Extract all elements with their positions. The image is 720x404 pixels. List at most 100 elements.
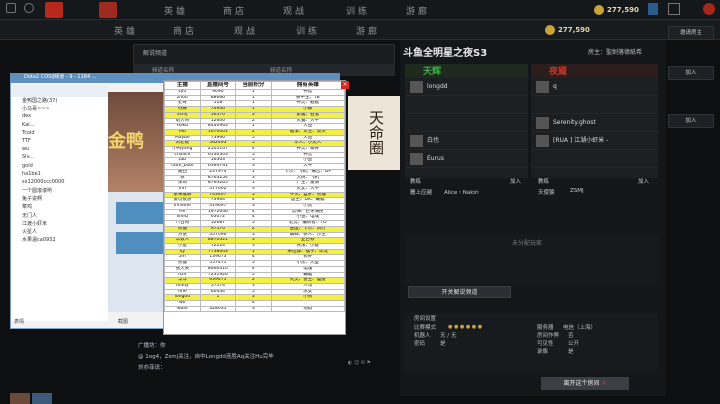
chat-line-2: @ 1og4，Zsmj关注，自中Longdd连胜Aq关注Hu完毕 <box>138 354 274 360</box>
avatar <box>536 153 549 165</box>
qq-member-item[interactable]: 江渡小虾米 <box>12 220 108 228</box>
avatar[interactable] <box>10 393 30 404</box>
panel-icon[interactable] <box>668 3 680 15</box>
toggle-commentary-button[interactable]: 开关解说频道 <box>408 286 511 298</box>
nav2-watch[interactable]: 观战 <box>234 24 258 37</box>
nav2-store[interactable]: 商店 <box>173 24 197 37</box>
dota-logo-icon-2[interactable] <box>99 2 117 18</box>
avatar-2[interactable] <box>32 393 52 404</box>
col-header-heroes: 拥有英雄 <box>270 81 346 90</box>
settings-visibility-value: 公开 <box>568 341 580 347</box>
settings-icon[interactable] <box>24 3 34 13</box>
avatar <box>410 81 423 93</box>
nav-heroes[interactable]: 英雄 <box>164 4 188 17</box>
player-name: Eurus <box>427 155 444 162</box>
qq-member-item[interactable]: ha1be1 <box>12 171 108 179</box>
power-icon[interactable] <box>703 3 715 15</box>
player-name: longdd <box>427 83 448 90</box>
nav-store[interactable]: 商店 <box>223 4 247 17</box>
room-title: 斗鱼全明星之夜S3 <box>403 48 488 59</box>
qq-member-item[interactable]: Kai... <box>12 122 108 130</box>
nav-arcade[interactable]: 游廊 <box>406 4 430 17</box>
qq-member-item[interactable]: 小马哥~~~ <box>12 105 108 113</box>
radiant-header: 天辉 <box>405 64 528 78</box>
table-cell: waid <box>164 305 201 313</box>
radiant-coach-1: 麓上应越 <box>410 190 433 196</box>
qq-member-item[interactable]: dex <box>12 113 108 121</box>
player-name: [RUA ] 江湖小虾米 - <box>553 137 609 144</box>
radiant-player-slot[interactable] <box>405 114 528 132</box>
settings-cheats-label: 房间作弊 <box>537 333 560 339</box>
radiant-coach-join[interactable]: 加入 <box>510 177 521 185</box>
leave-room-button[interactable]: 离开这个房间 ✕ <box>541 377 629 390</box>
radiant-player-slot[interactable] <box>405 96 528 114</box>
nav-watch[interactable]: 观战 <box>283 4 307 17</box>
avatar <box>410 135 423 147</box>
avatar <box>536 117 549 129</box>
gold-icon <box>594 5 604 15</box>
radiant-player-slot[interactable]: 白也 <box>405 132 528 150</box>
table-row: 小鸭yang 2505147 4 神灵、钢背 <box>164 146 346 153</box>
dire-player-slot[interactable]: q <box>531 78 658 96</box>
radiant-player-slot[interactable]: Eurus <box>405 150 528 168</box>
settings-server-label: 服务器 <box>537 325 554 331</box>
avatar <box>410 117 423 129</box>
dire-player-slot[interactable]: Serenity.ghost <box>531 114 658 132</box>
radiant-slots: longdd 白也 Eurus <box>405 78 528 168</box>
table-cell: 3 <box>235 305 272 313</box>
avatar <box>536 99 549 111</box>
qq-member-item[interactable]: 兔子说啊 <box>12 195 108 203</box>
qq-member-item[interactable]: 水果温ca0932 <box>12 236 108 244</box>
col-header-room: 直播间号 <box>199 81 237 90</box>
chat-line-1: 广播坊：你 <box>138 343 166 349</box>
qq-member-item[interactable]: 金鸭国之路(37) <box>12 97 108 105</box>
dire-coach-label: 教练 <box>538 179 550 185</box>
radiant-player-slot[interactable]: longdd <box>405 78 528 96</box>
gold-value: 277,590 <box>607 6 639 14</box>
menu-icon[interactable] <box>6 3 16 13</box>
nav2-learn[interactable]: 训练 <box>296 24 320 37</box>
qq-btn-emoji[interactable]: 表情 <box>14 319 24 325</box>
qq-member-item[interactable]: 一个圆滚滚哟 <box>12 187 108 195</box>
qq-btn-screenshot[interactable]: 截图 <box>118 318 128 325</box>
dire-player-slot[interactable] <box>531 150 658 168</box>
qq-member-rows: 金鸭国之路(37) 小马哥~~~ dex Kai... Tcold TTF wu Slv...… <box>12 97 108 244</box>
dire-player-slot[interactable] <box>531 96 658 114</box>
qq-member-item[interactable]: Tcold <box>12 130 108 138</box>
qq-member-item[interactable]: 无门人 <box>12 212 108 220</box>
mail-icon[interactable] <box>648 3 658 15</box>
commentary-channel-title: 解说频道 <box>143 50 168 57</box>
invite-owner-button[interactable]: 邀请房主 <box>668 26 714 40</box>
dire-slots: q Serenity.ghost [RUA ] 江湖小虾米 - <box>531 78 658 168</box>
qq-member-item[interactable]: wu <box>12 146 108 154</box>
tianming-poster: 天命圈 <box>348 96 404 170</box>
dire-player-slot[interactable]: [RUA ] 江湖小虾米 - <box>531 132 658 150</box>
settings-visibility-label: 可见性 <box>537 341 554 347</box>
streamer-table: 主播 直播间号 当前积分 拥有英雄 zy0 9090 1 神官 zhou 88666 1 铁甲… <box>164 81 346 313</box>
tianming-text: 天命圈 <box>367 109 385 155</box>
qq-member-item[interactable]: Slv... <box>12 154 108 162</box>
mode-icons: ● ● ● ● ● ● <box>448 324 483 330</box>
qq-member-item[interactable]: TTF <box>12 138 108 146</box>
side-join-button-2[interactable]: 加入 <box>668 114 714 128</box>
qq-member-item[interactable]: 火星人 <box>12 228 108 236</box>
qq-toolbar: 表情 <box>14 318 108 328</box>
nav2-arcade[interactable]: 游廊 <box>356 24 380 37</box>
dota-logo-icon[interactable] <box>45 2 63 18</box>
dire-coach-join[interactable]: 加入 <box>638 177 649 185</box>
qq-member-list: 金鸭国之路(37) 小马哥~~~ dex Kai... Tcold TTF wu Slv...… <box>12 85 108 321</box>
qq-member-item[interactable]: 菜鸡 <box>12 203 108 211</box>
settings-password-label: 密码 <box>414 341 426 347</box>
side-join-button[interactable]: 加入 <box>668 66 714 80</box>
close-icon[interactable]: × <box>341 81 349 89</box>
nav2-heroes[interactable]: 英雄 <box>114 24 138 37</box>
settings-bots-label: 机器人 <box>414 333 431 339</box>
qq-member-item[interactable]: gold <box>12 163 108 171</box>
chat-send-icons[interactable]: ◐ ☺ ✉ ⚑ <box>348 360 398 370</box>
dire-team: 夜魇 q Serenity.ghost [RUA ] 江湖小虾米 - <box>531 64 658 178</box>
chat-line-3: 刘亦菲说： <box>138 365 166 371</box>
table-cell: 328031 <box>199 305 237 313</box>
qq-member-item[interactable]: sx12000ccc0000 <box>12 179 108 187</box>
nav-learn[interactable]: 训练 <box>346 4 370 17</box>
banner-text: 金鸭 <box>108 131 144 152</box>
